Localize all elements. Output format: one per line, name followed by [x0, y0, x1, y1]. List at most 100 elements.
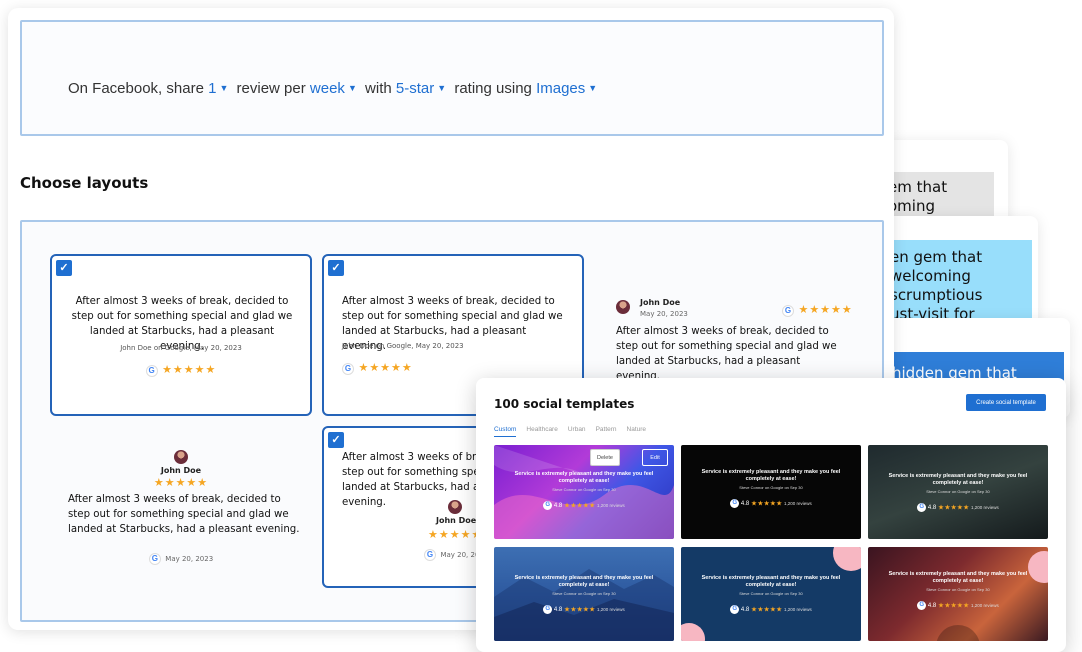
template-rating: 4.8: [927, 603, 937, 610]
schedule-middle-1: review per: [236, 80, 306, 97]
avatar: [448, 500, 462, 514]
date-row: G May 20, 2023: [50, 548, 312, 566]
chevron-down-icon: ▼: [437, 83, 447, 93]
template-author: Steve Connor on Google on Sep 30: [739, 485, 803, 490]
review-count: 1,200 reviews: [783, 501, 812, 506]
edit-template-button[interactable]: Edit: [642, 449, 668, 466]
template-rating: 4.8: [927, 505, 937, 512]
star-rating: ★★★★★: [937, 504, 970, 512]
google-icon: G: [543, 605, 553, 614]
layout-card-4[interactable]: John Doe ★★★★★ After almost 3 weeks of b…: [50, 426, 312, 594]
template-quote: Service is extremely pleasant and they m…: [701, 469, 841, 482]
template-quote: Service is extremely pleasant and they m…: [888, 473, 1028, 486]
google-icon: G: [782, 305, 794, 317]
template-rating-row: G 4.8 ★★★★★ 1,200 reviews: [868, 601, 1048, 610]
template-quote: Service is extremely pleasant and they m…: [514, 471, 654, 484]
tab-healthcare[interactable]: Healthcare: [526, 426, 557, 437]
review-count: 1,200 reviews: [970, 603, 999, 608]
rating-row: G ★★★★★: [782, 300, 853, 318]
circle-decoration: [936, 551, 1048, 641]
rating-dropdown[interactable]: 5-star ▼: [396, 80, 450, 97]
template-author: Steve Connor on Google on Sep 30: [739, 591, 803, 596]
star-rating: ★★★★★: [798, 304, 853, 316]
google-icon: G: [543, 501, 553, 510]
google-icon: G: [342, 363, 354, 375]
template-author: Steve Connor on Google on Sep 30: [926, 587, 990, 592]
section-title: Choose layouts: [20, 174, 149, 192]
tab-urban[interactable]: Urban: [568, 426, 586, 437]
media-value: Images: [536, 80, 586, 97]
star-rating: ★★★★★: [750, 606, 783, 614]
tab-custom[interactable]: Custom: [494, 426, 517, 437]
google-icon: G: [424, 549, 436, 561]
template-rating-row: G 4.8 ★★★★★ 1,200 reviews: [681, 499, 861, 508]
template-quote: Service is extremely pleasant and they m…: [514, 575, 654, 588]
template-card-6[interactable]: Service is extremely pleasant and they m…: [868, 547, 1048, 641]
star-rating: ★★★★★: [428, 529, 483, 541]
review-date: May 20, 2023: [640, 310, 688, 318]
template-card-5[interactable]: Service is extremely pleasant and they m…: [681, 547, 861, 641]
template-rating-row: G 4.8 ★★★★★ 1,200 reviews: [868, 503, 1048, 512]
template-quote: Service is extremely pleasant and they m…: [701, 575, 841, 588]
template-rating: 4.8: [553, 607, 563, 614]
reviewer-name: John Doe: [436, 516, 477, 525]
period-value: week: [309, 80, 345, 97]
rating-row: G ★★★★★: [342, 358, 413, 376]
template-rating: 4.8: [553, 503, 563, 510]
review-count: 1,200 reviews: [970, 505, 999, 510]
template-card-1[interactable]: Delete Edit Service is extremely pleasan…: [494, 445, 674, 539]
background-snippet: en gem that welcoming scrumptious ust-vi…: [886, 240, 1032, 326]
review-text: After almost 3 weeks of break, decided t…: [68, 494, 300, 535]
template-quote: Service is extremely pleasant and they m…: [888, 571, 1028, 584]
schedule-middle-2: with: [365, 80, 392, 97]
count-dropdown[interactable]: 1 ▼: [208, 80, 232, 97]
template-rating: 4.8: [740, 607, 750, 614]
review-meta: John Doe on Google, May 20, 2023: [120, 344, 242, 352]
template-rating: 4.8: [740, 501, 750, 508]
template-card-3[interactable]: Service is extremely pleasant and they m…: [868, 445, 1048, 539]
avatar: [174, 450, 188, 464]
layout-card-1[interactable]: ✓ After almost 3 weeks of break, decided…: [50, 254, 312, 416]
template-rating-row: G 4.8 ★★★★★ 1,200 reviews: [494, 605, 674, 614]
tab-nature[interactable]: Nature: [627, 426, 647, 437]
reviewer-name: John Doe: [160, 466, 202, 475]
reviewer-name: John Doe: [640, 298, 681, 307]
rating-row: G ★★★★★: [52, 360, 310, 378]
review-meta: John Doe on Google, May 20, 2023: [342, 342, 464, 350]
period-dropdown[interactable]: week ▼: [310, 80, 361, 97]
social-templates-panel: 100 social templates Create social templ…: [476, 378, 1066, 652]
star-rating: ★★★★★: [162, 364, 217, 376]
google-icon: G: [730, 605, 740, 614]
star-rating: ★★★★★: [563, 502, 596, 510]
share-schedule-box: On Facebook, share 1 ▼ review per week ▼ w…: [20, 20, 884, 136]
star-rating: ★★★★★: [358, 362, 413, 374]
template-category-tabs: Custom Healthcare Urban Pattern Nature: [494, 426, 646, 437]
background-snippet: em that oming: [884, 172, 994, 218]
template-author: Steve Connor on Google on Sep 30: [552, 487, 616, 492]
templates-title: 100 social templates: [494, 397, 635, 411]
review-count: 1,200 reviews: [596, 503, 625, 508]
count-value: 1: [208, 80, 217, 97]
chevron-down-icon: ▼: [347, 83, 357, 93]
media-dropdown[interactable]: Images ▼: [536, 80, 601, 97]
check-icon[interactable]: ✓: [328, 432, 344, 448]
tab-pattern[interactable]: Pattern: [596, 426, 617, 437]
review-count: 1,200 reviews: [783, 607, 812, 612]
schedule-middle-3: rating using: [454, 80, 532, 97]
star-rating: ★★★★★: [937, 602, 970, 610]
chevron-down-icon: ▼: [219, 83, 229, 93]
check-icon[interactable]: ✓: [56, 260, 72, 276]
template-card-2[interactable]: Service is extremely pleasant and they m…: [681, 445, 861, 539]
google-icon: G: [730, 499, 740, 508]
share-schedule-sentence: On Facebook, share 1 ▼ review per week ▼ w…: [68, 80, 601, 97]
delete-template-button[interactable]: Delete: [590, 449, 620, 466]
check-icon[interactable]: ✓: [328, 260, 344, 276]
star-rating: ★★★★★: [750, 500, 783, 508]
google-icon: G: [148, 553, 161, 565]
template-card-4[interactable]: Service is extremely pleasant and they m…: [494, 547, 674, 641]
google-icon: G: [145, 365, 158, 377]
review-count: 1,200 reviews: [596, 607, 625, 612]
create-social-template-button[interactable]: Create social template: [966, 394, 1046, 411]
template-rating-row: G 4.8 ★★★★★ 1,200 reviews: [681, 605, 861, 614]
avatar: [616, 300, 630, 314]
